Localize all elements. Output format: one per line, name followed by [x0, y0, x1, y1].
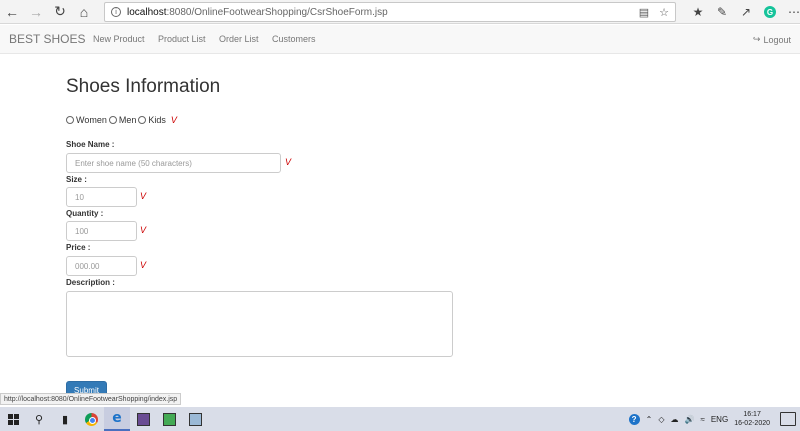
nav-customers[interactable]: Customers	[272, 34, 316, 44]
app-icon	[162, 412, 176, 426]
size-validation-mark: V	[140, 191, 147, 201]
forward-icon[interactable]: →	[24, 0, 48, 24]
price-label: Price :	[66, 243, 91, 252]
grammarly-icon: G	[764, 6, 776, 18]
description-textarea[interactable]	[66, 291, 453, 357]
category-validation-mark: V	[170, 115, 177, 125]
clock-time: 16:17	[743, 411, 761, 418]
shoe-name-validation-mark: V	[285, 157, 292, 167]
cloud-icon[interactable]: ☁	[670, 415, 678, 424]
radio-men[interactable]	[108, 116, 117, 124]
category-radio-group: Women Men Kids V	[66, 115, 177, 125]
browser-actions: ★ ✎ ↗ G ⋯	[688, 0, 800, 24]
share-icon[interactable]: ↗	[736, 0, 756, 24]
grammarly-button[interactable]: G	[760, 0, 780, 24]
radio-men-label: Men	[118, 115, 137, 125]
clock-date: 16-02-2020	[734, 420, 770, 427]
windows-taskbar: ⚲ ▮ e ? ⌃ ◇ ☁ 🔊 ≈ ENG 16:17 16-02-2020	[0, 407, 800, 431]
browser-toolbar: ← → ↻ ⌂ i localhost:8080/OnlineFootwearS…	[0, 0, 800, 24]
nav-order-list[interactable]: Order List	[219, 34, 259, 44]
description-label: Description :	[66, 278, 115, 287]
help-icon[interactable]: ?	[628, 413, 640, 425]
size-label: Size :	[66, 175, 87, 184]
wifi-icon[interactable]: ≈	[700, 415, 704, 424]
quantity-input[interactable]: 100	[66, 221, 137, 241]
size-input[interactable]: 10	[66, 187, 137, 207]
start-button[interactable]	[0, 407, 26, 431]
more-icon[interactable]: ⋯	[784, 0, 800, 24]
nav-product-list[interactable]: Product List	[158, 34, 206, 44]
pen-icon[interactable]: ✎	[712, 0, 732, 24]
taskbar-app-2[interactable]	[156, 407, 182, 431]
reading-view-icon[interactable]: ▤	[639, 6, 649, 19]
task-view-icon[interactable]: ▮	[52, 407, 78, 431]
info-icon[interactable]: i	[111, 7, 121, 17]
back-icon[interactable]: ←	[0, 0, 24, 24]
shoe-name-input[interactable]: Enter shoe name (50 characters)	[66, 153, 281, 173]
taskbar-app-3[interactable]	[182, 407, 208, 431]
shoe-name-label: Shoe Name :	[66, 140, 115, 149]
taskbar-app-1[interactable]	[130, 407, 156, 431]
chrome-icon	[84, 412, 98, 426]
logout-label: Logout	[763, 34, 791, 45]
search-icon[interactable]: ⚲	[26, 407, 52, 431]
brand-link[interactable]: BEST SHOES	[9, 32, 85, 46]
radio-women-label: Women	[76, 115, 107, 125]
language-indicator[interactable]: ENG	[711, 415, 728, 424]
page-title: Shoes Information	[66, 76, 221, 97]
app-icon	[136, 412, 150, 426]
address-bar[interactable]: i localhost:8080/OnlineFootwearShopping/…	[104, 2, 676, 22]
url-path: :8080/OnlineFootwearShopping/CsrShoeForm…	[166, 6, 388, 18]
logout-icon: ↪	[752, 34, 761, 44]
system-tray: ? ⌃ ◇ ☁ 🔊 ≈ ENG 16:17 16-02-2020	[628, 407, 800, 431]
price-input[interactable]: 000.00	[66, 256, 137, 276]
quantity-label: Quantity :	[66, 209, 104, 218]
chevron-up-icon[interactable]: ⌃	[646, 415, 653, 424]
dropbox-icon[interactable]: ◇	[658, 415, 664, 424]
link-status-preview: http://localhost:8080/OnlineFootwearShop…	[0, 393, 182, 405]
favorites-hub-icon[interactable]: ★	[688, 0, 708, 24]
app-navbar: BEST SHOES New Product Product List Orde…	[0, 25, 800, 54]
windows-logo-icon	[7, 413, 19, 425]
price-validation-mark: V	[140, 260, 147, 270]
taskbar-chrome[interactable]	[78, 407, 104, 431]
logout-link[interactable]: ↪ Logout	[753, 34, 791, 45]
notification-icon[interactable]	[780, 412, 796, 426]
volume-icon[interactable]: 🔊	[684, 415, 694, 424]
url-host: localhost	[127, 6, 167, 18]
nav-new-product[interactable]: New Product	[93, 34, 145, 44]
radio-kids-label: Kids	[148, 115, 166, 125]
app-icon	[188, 412, 202, 426]
radio-women[interactable]	[66, 116, 74, 124]
refresh-icon[interactable]: ↻	[48, 0, 72, 24]
radio-kids[interactable]	[138, 116, 147, 124]
edge-icon: e	[112, 410, 122, 426]
home-icon[interactable]: ⌂	[72, 0, 96, 24]
clock[interactable]: 16:17 16-02-2020	[734, 410, 770, 428]
quantity-validation-mark: V	[140, 225, 147, 235]
taskbar-edge[interactable]: e	[104, 407, 130, 431]
favorite-star-icon[interactable]: ☆	[659, 6, 669, 19]
